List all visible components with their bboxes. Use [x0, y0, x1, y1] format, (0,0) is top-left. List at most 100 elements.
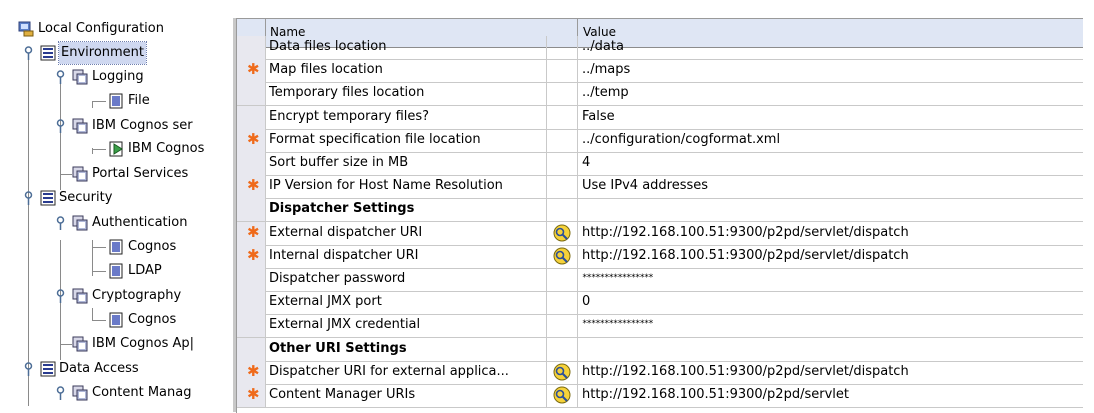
service-play-icon [109, 141, 123, 157]
expanded-handle-icon[interactable] [24, 361, 33, 376]
tree-node-ldap[interactable]: LDAP [14, 260, 233, 282]
tree-node-cryptography[interactable]: Cryptography [14, 285, 233, 307]
table-row[interactable]: ✱ Dispatcher URI for external applica... h… [237, 361, 1083, 385]
required-marker-cell [237, 198, 266, 221]
test-action-cell [547, 106, 578, 129]
tree-node-portal-services[interactable]: Portal Services [14, 163, 233, 185]
table-row[interactable]: ✱ Content Manager URIs http://192.168.100.… [237, 384, 1083, 408]
table-row[interactable]: External JMX credential **************** [237, 314, 1083, 338]
tree-label-file: File [128, 93, 150, 108]
property-name-cell[interactable]: External dispatcher URI [265, 222, 547, 245]
property-name-cell[interactable]: Temporary files location [265, 82, 547, 105]
test-connection-icon[interactable] [553, 224, 571, 242]
property-name-cell[interactable]: Internal dispatcher URI [265, 245, 547, 268]
property-value-cell[interactable]: **************** [578, 314, 1083, 337]
property-value-cell[interactable]: ../maps [578, 59, 1083, 82]
tree-node-ibm-cognos[interactable]: IBM Cognos [14, 138, 233, 160]
table-row[interactable]: ✱ External dispatcher URI http://192.168.1… [237, 222, 1083, 246]
component-stack-icon [72, 215, 88, 231]
table-row[interactable]: Temporary files location ../temp [237, 82, 1083, 106]
property-name-cell[interactable]: Encrypt temporary files? [265, 106, 547, 129]
test-action-cell [547, 175, 578, 198]
property-name-cell[interactable]: Map files location [265, 59, 547, 82]
property-name-cell[interactable]: External JMX credential [265, 314, 547, 337]
property-name-cell[interactable]: IP Version for Host Name Resolution [265, 175, 547, 198]
test-connection-icon[interactable] [553, 386, 571, 404]
property-value-cell[interactable]: 0 [578, 291, 1083, 314]
tree-node-security[interactable]: Security [14, 187, 233, 209]
tree-node-local-configuration[interactable]: Local Configuration [14, 18, 233, 40]
property-value: Use IPv4 addresses [582, 178, 709, 193]
property-name-cell[interactable]: Dispatcher Settings [265, 198, 547, 221]
property-value-cell[interactable]: http://192.168.100.51:9300/p2pd/servlet/… [578, 222, 1083, 245]
property-name: Temporary files location [269, 85, 425, 100]
test-action-cell[interactable] [547, 361, 578, 384]
document-icon [109, 239, 123, 255]
property-value-cell[interactable]: False [578, 106, 1083, 129]
table-row[interactable]: ✱ Internal dispatcher URI http://192.168.1… [237, 245, 1083, 269]
property-name-cell[interactable]: Content Manager URIs [265, 384, 547, 407]
tree-node-auth-cognos[interactable]: Cognos [14, 236, 233, 258]
tree-node-crypto-cognos[interactable]: Cognos [14, 309, 233, 331]
table-row[interactable]: ✱ Map files location ../maps [237, 59, 1083, 83]
section-title: Dispatcher Settings [269, 201, 415, 216]
table-row[interactable]: ✱ Format specification file location ../co… [237, 129, 1083, 153]
table-row[interactable]: External JMX port 0 [237, 291, 1083, 315]
section-title: Other URI Settings [269, 341, 407, 356]
property-value: http://192.168.100.51:9300/p2pd/servlet/… [582, 248, 909, 263]
test-action-cell[interactable] [547, 222, 578, 245]
property-value: ../temp [582, 85, 629, 100]
tree-label-auth-cognos: Cognos [128, 239, 177, 254]
table-row[interactable]: Dispatcher password **************** [237, 268, 1083, 292]
tree-label-ibm-cognos-services: IBM Cognos ser [92, 118, 193, 133]
tree-node-authentication[interactable]: Authentication [14, 212, 233, 234]
test-action-cell[interactable] [547, 384, 578, 407]
required-marker-cell [237, 268, 266, 291]
test-connection-icon[interactable] [553, 363, 571, 381]
tree-node-data-access[interactable]: Data Access [14, 358, 233, 380]
expanded-handle-icon[interactable] [56, 118, 65, 133]
test-connection-icon[interactable] [553, 247, 571, 265]
expanded-handle-icon[interactable] [56, 288, 65, 303]
property-name-cell[interactable]: Sort buffer size in MB [265, 152, 547, 175]
property-name: External dispatcher URI [269, 225, 423, 240]
property-name-cell[interactable]: Data files location [265, 36, 547, 59]
property-value-cell[interactable]: **************** [578, 268, 1083, 291]
test-action-cell [547, 314, 578, 337]
tree-node-file[interactable]: File [14, 90, 233, 112]
tree-node-ibm-cognos-application[interactable]: IBM Cognos Ap| [14, 333, 233, 355]
property-value-cell[interactable]: Use IPv4 addresses [578, 175, 1083, 198]
property-value-cell[interactable]: http://192.168.100.51:9300/p2pd/servlet/… [578, 245, 1083, 268]
required-marker-cell: ✱ [237, 222, 266, 245]
tree-node-logging[interactable]: Logging [14, 66, 233, 88]
test-action-cell[interactable] [547, 245, 578, 268]
table-row[interactable]: ✱ IP Version for Host Name Resolution Use … [237, 175, 1083, 199]
expanded-handle-icon[interactable] [56, 69, 65, 84]
property-value-cell[interactable]: http://192.168.100.51:9300/p2pd/servlet/… [578, 361, 1083, 384]
property-value-cell [578, 198, 1083, 221]
table-row[interactable]: Data files location ../data [237, 36, 1083, 60]
expanded-handle-icon[interactable] [56, 215, 65, 230]
tree-node-environment[interactable]: Environment [14, 41, 233, 65]
property-value-cell[interactable]: ../data [578, 36, 1083, 59]
property-value-cell[interactable]: http://192.168.100.51:9300/p2pd/servlet [578, 384, 1083, 407]
property-value-cell[interactable]: ../temp [578, 82, 1083, 105]
table-row[interactable]: Sort buffer size in MB 4 [237, 152, 1083, 176]
property-name-cell[interactable]: Dispatcher URI for external applica... [265, 361, 547, 384]
property-name-cell[interactable]: Format specification file location [265, 129, 547, 152]
table-row[interactable]: Encrypt temporary files? False [237, 106, 1083, 130]
property-value: http://192.168.100.51:9300/p2pd/servlet/… [582, 225, 909, 240]
expanded-handle-icon[interactable] [24, 45, 33, 60]
property-value-cell[interactable]: 4 [578, 152, 1083, 175]
property-name-cell[interactable]: Other URI Settings [265, 338, 547, 361]
expanded-handle-icon[interactable] [56, 385, 65, 400]
property-name-cell[interactable]: Dispatcher password [265, 268, 547, 291]
properties-table: Name Value Data files location ../data ✱ Ma… [236, 18, 1083, 413]
tree-node-content-manager[interactable]: Content Manag [14, 382, 233, 404]
property-name-cell[interactable]: External JMX port [265, 291, 547, 314]
property-value-cell[interactable]: ../configuration/cogformat.xml [578, 129, 1083, 152]
tree-label-local-configuration: Local Configuration [38, 21, 164, 36]
expanded-handle-icon[interactable] [24, 190, 33, 205]
tree-node-ibm-cognos-services[interactable]: IBM Cognos ser [14, 115, 233, 137]
property-value: 0 [582, 294, 591, 309]
